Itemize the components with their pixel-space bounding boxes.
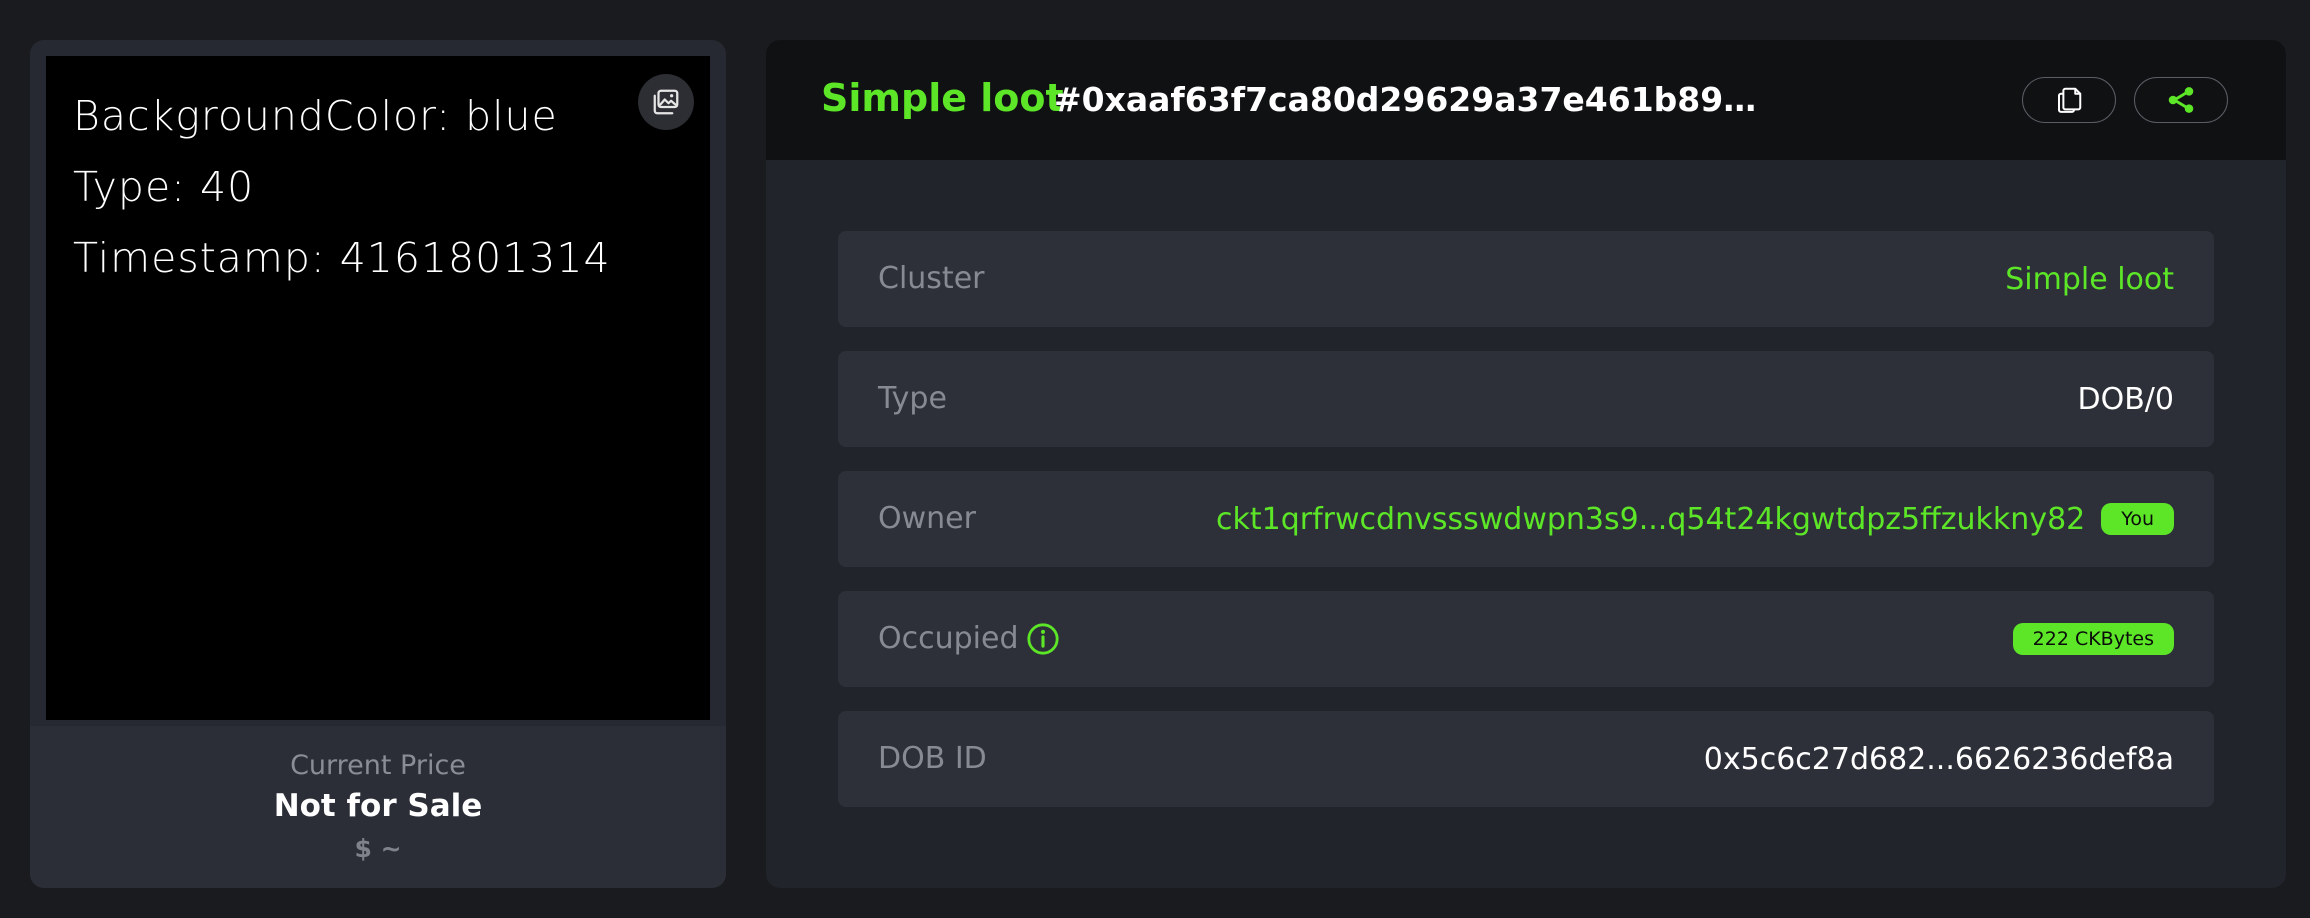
detail-label-occupied: Occupied (878, 621, 1019, 656)
page: BackgroundColor: blue Type: 40 Timestamp… (0, 0, 2310, 918)
copy-button[interactable] (2022, 77, 2116, 123)
cluster-link[interactable]: Simple loot (2005, 262, 2174, 297)
share-icon (2168, 87, 2194, 113)
dob-id-value: 0x5c6c27d682...6626236def8a (1703, 741, 2174, 777)
dob-details-card: Simple loot #0xaaf63f7ca80d29629a37e461b… (766, 40, 2286, 888)
owner-address-link[interactable]: ckt1qrfrwcdnvssswdwpn3s9...q54t24kgwtdpz… (1216, 502, 2085, 537)
price-value: Not for Sale (273, 788, 483, 824)
detail-row-occupied: Occupied 222 CKBytes (838, 591, 2214, 687)
details-header: Simple loot #0xaaf63f7ca80d29629a37e461b… (766, 40, 2286, 160)
dob-preview-card: BackgroundColor: blue Type: 40 Timestamp… (30, 40, 726, 888)
detail-row-cluster: Cluster Simple loot (838, 231, 2214, 327)
detail-label-owner: Owner (878, 501, 976, 536)
price-label: Current Price (290, 750, 466, 781)
detail-row-owner: Owner ckt1qrfrwcdnvssswdwpn3s9...q54t24k… (838, 471, 2214, 567)
detail-row-type: Type DOB/0 (838, 351, 2214, 447)
dob-render-image: BackgroundColor: blue Type: 40 Timestamp… (46, 56, 710, 720)
gallery-icon (653, 89, 679, 115)
detail-value-occupied: 222 CKBytes (2012, 591, 2174, 687)
preview-text-type: Type: 40 (73, 163, 255, 211)
dob-token-id: #0xaaf63f7ca80d29629a37e461b89c239632e89… (1054, 80, 1774, 119)
occupied-capacity-badge: 222 CKBytes (2012, 623, 2174, 655)
type-value: DOB/0 (2077, 381, 2175, 417)
details-list: Cluster Simple loot Type DOB/0 Owner ckt… (838, 231, 2214, 831)
view-image-button[interactable] (638, 74, 694, 130)
preview-text-timestamp: Timestamp: 4161801314 (73, 234, 611, 282)
owner-you-badge: You (2101, 503, 2174, 535)
detail-value-dob-id: 0x5c6c27d682...6626236def8a (1704, 711, 2174, 807)
detail-value-cluster: Simple loot (2005, 231, 2174, 327)
info-icon[interactable] (1026, 622, 1060, 656)
price-section: Current Price Not for Sale $ ~ (30, 726, 726, 888)
detail-value-type: DOB/0 (2078, 351, 2175, 447)
detail-row-dob-id: DOB ID 0x5c6c27d682...6626236def8a (838, 711, 2214, 807)
detail-label-dob-id: DOB ID (878, 741, 987, 776)
copy-icon (2058, 87, 2082, 113)
price-usd: $ ~ (354, 834, 402, 863)
detail-label-cluster: Cluster (878, 261, 985, 296)
detail-value-owner: ckt1qrfrwcdnvssswdwpn3s9...q54t24kgwtdpz… (1216, 471, 2174, 567)
preview-text-background-color: BackgroundColor: blue (73, 92, 558, 140)
share-button[interactable] (2134, 77, 2228, 123)
detail-label-type: Type (878, 381, 947, 416)
cluster-title-link[interactable]: Simple loot (821, 76, 1064, 120)
